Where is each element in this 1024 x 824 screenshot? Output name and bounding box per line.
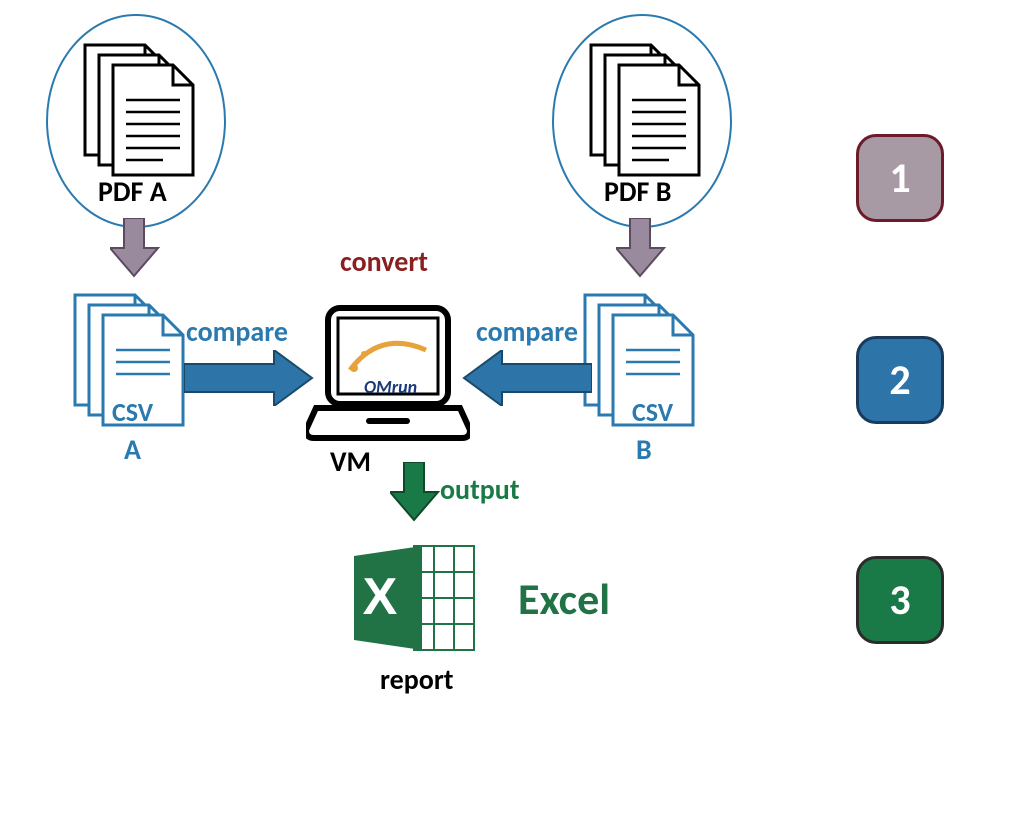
arrow-convert-b-icon [616,218,666,285]
step-3-badge: 3 [856,556,944,644]
csv-b-letter: B [636,432,652,467]
arrow-compare-left-icon [184,350,314,411]
csv-a-label: CSV [112,396,153,428]
step-2-badge: 2 [856,336,944,424]
excel-label: Excel [518,572,610,626]
step-1-number: 1 [889,153,910,204]
arrow-output-icon [390,462,440,529]
pdf-a-label: PDF A [98,174,167,209]
csv-b-label: CSV [632,396,673,428]
pdf-b-docs-icon [586,40,706,185]
excel-icon: X [350,538,482,663]
compare-left-label: compare [186,314,288,349]
convert-label: convert [340,244,428,279]
pdf-a-docs-icon [80,40,200,185]
step-3-number: 3 [889,575,910,626]
step-1-badge: 1 [856,134,944,222]
compare-right-label: compare [476,314,578,349]
vm-label: VM [330,444,371,479]
csv-a-letter: A [124,432,141,467]
omrun-label: OMrun [364,376,417,398]
arrow-convert-a-icon [110,218,160,285]
output-label: output [440,472,520,507]
step-2-number: 2 [889,355,910,406]
report-label: report [380,662,453,697]
svg-text:X: X [363,568,398,626]
arrow-compare-right-icon [462,350,592,411]
pdf-b-label: PDF B [604,174,671,209]
